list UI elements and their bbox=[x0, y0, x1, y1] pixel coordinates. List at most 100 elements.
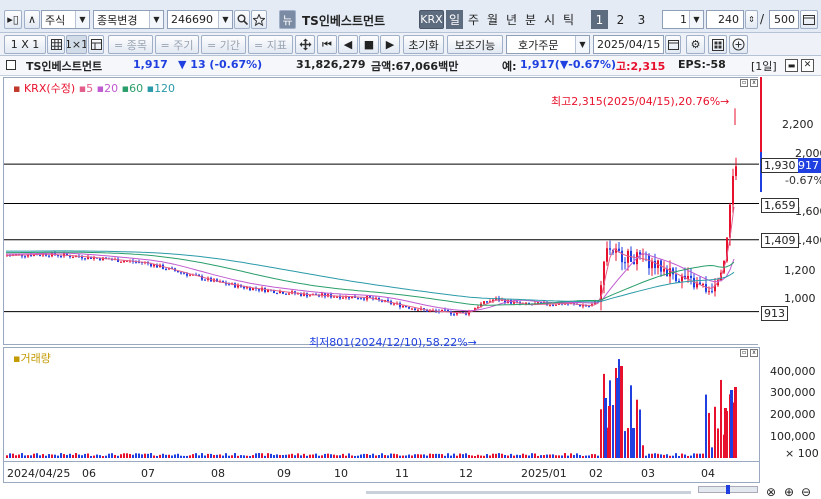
y-tick: 400,000 bbox=[770, 365, 816, 378]
chevron-down-icon[interactable]: ▼ bbox=[218, 11, 232, 28]
num-2-button[interactable]: 2 bbox=[612, 10, 629, 29]
candle-body bbox=[84, 258, 86, 260]
candle-body bbox=[669, 268, 671, 277]
volume-bar bbox=[270, 453, 272, 458]
layout-1x1-small-button[interactable]: 1×1 bbox=[66, 35, 87, 54]
chevron-down-icon[interactable]: ▼ bbox=[75, 11, 89, 28]
candle-body bbox=[393, 303, 395, 305]
volume-bar bbox=[582, 455, 584, 458]
num-3-button[interactable]: 3 bbox=[633, 10, 650, 29]
date-input[interactable]: 2025/04/15 bbox=[593, 35, 664, 54]
minimize-button[interactable]: ▬ bbox=[785, 59, 798, 72]
volume-bar bbox=[294, 455, 296, 458]
volume-bar bbox=[126, 453, 128, 458]
close-button[interactable]: ✕ bbox=[801, 59, 814, 72]
range-menu-button[interactable]: = 기간 bbox=[201, 35, 246, 54]
volume-bar bbox=[105, 455, 107, 458]
volume-bar bbox=[84, 453, 86, 458]
calendar-button[interactable] bbox=[800, 10, 818, 29]
volume-bar bbox=[717, 428, 719, 458]
volume-bar bbox=[90, 455, 92, 458]
item-menu-button[interactable]: = 종목 bbox=[108, 35, 153, 54]
chevron-down-icon[interactable]: ▼ bbox=[149, 11, 163, 28]
x-tick: 12 bbox=[459, 467, 473, 480]
settings-button[interactable]: ⚙ bbox=[686, 35, 705, 54]
volume-bar bbox=[492, 453, 494, 458]
volume-bar bbox=[204, 455, 206, 458]
zoom-slider-thumb[interactable] bbox=[726, 485, 730, 494]
horizontal-scrollbar[interactable] bbox=[366, 491, 691, 494]
volume-bar bbox=[282, 455, 284, 458]
stock-change-select[interactable]: 종목변경 ▼ bbox=[93, 10, 164, 29]
grid-button[interactable] bbox=[47, 35, 65, 54]
volume-bar bbox=[219, 454, 221, 458]
move-button[interactable] bbox=[295, 35, 315, 54]
chevron-down-icon[interactable]: ▼ bbox=[575, 36, 589, 53]
tab-period-month[interactable]: 월 bbox=[484, 10, 501, 29]
volume-bar bbox=[579, 455, 581, 458]
date-picker-button[interactable] bbox=[665, 35, 681, 54]
chevron-down-icon[interactable]: ▼ bbox=[689, 11, 703, 28]
tab-period-year[interactable]: 년 bbox=[503, 10, 520, 29]
gear-icon: ⚙ bbox=[690, 38, 701, 51]
add-chart-button[interactable] bbox=[729, 35, 748, 54]
volume-bar bbox=[480, 455, 482, 458]
layout-1x1-button[interactable]: 1 X 1 bbox=[4, 35, 46, 54]
indicator-menu-button[interactable]: = 지표 bbox=[248, 35, 293, 54]
volume-bar bbox=[465, 453, 467, 458]
first-button[interactable]: ⏮ bbox=[317, 35, 337, 54]
current-price-tag: 917 bbox=[798, 158, 821, 173]
volume-bar bbox=[123, 453, 125, 458]
circle-x-icon: ⊗ bbox=[766, 485, 777, 499]
news-button[interactable]: 뉴 bbox=[279, 10, 296, 29]
next-button[interactable]: ▶ bbox=[380, 35, 400, 54]
tab-period-tick[interactable]: 틱 bbox=[560, 10, 577, 29]
volume-bar bbox=[276, 454, 278, 458]
volume-bar bbox=[210, 453, 212, 458]
favorite-button[interactable] bbox=[251, 10, 267, 29]
volume-bar bbox=[426, 455, 428, 458]
count-input[interactable]: 240 bbox=[706, 10, 744, 29]
reset-button[interactable]: 초기화 bbox=[403, 35, 444, 54]
zoom-slider[interactable] bbox=[698, 485, 758, 494]
tab-period-day[interactable]: 일 bbox=[446, 10, 463, 29]
stop-button[interactable]: ■ bbox=[359, 35, 379, 54]
volume-bar bbox=[183, 455, 185, 458]
tab-period-minute[interactable]: 분 bbox=[522, 10, 539, 29]
interval-select[interactable]: 1 ▼ bbox=[662, 10, 704, 29]
y-tick: × 100 bbox=[785, 447, 819, 460]
checkbox-grid-button[interactable] bbox=[708, 35, 727, 54]
caret-left-icon: ◀ bbox=[343, 38, 353, 51]
count-stepper[interactable]: ⇕ bbox=[745, 10, 758, 29]
volume-bar bbox=[120, 454, 122, 458]
krx-button[interactable]: KRX bbox=[419, 10, 444, 29]
order-select[interactable]: 호가주문 ▼ bbox=[506, 35, 590, 54]
up-arrow-button[interactable]: ∧ bbox=[24, 10, 40, 29]
tab-period-hour[interactable]: 시 bbox=[541, 10, 558, 29]
fit-button[interactable]: ⊗ bbox=[766, 485, 776, 499]
prev-button[interactable]: ◀ bbox=[338, 35, 358, 54]
select-checkbox[interactable] bbox=[6, 60, 16, 70]
volume-bar bbox=[111, 453, 113, 458]
zoom-in-button[interactable]: ⊕ bbox=[784, 485, 794, 499]
x-tick: 02 bbox=[589, 467, 603, 480]
tools-button[interactable]: 보조기능 bbox=[447, 35, 503, 54]
tab-period-week[interactable]: 주 bbox=[465, 10, 482, 29]
stock-code-input[interactable]: 246690 ▼ bbox=[167, 10, 233, 29]
zoom-out-button[interactable]: ⊖ bbox=[801, 485, 811, 499]
info-volume: 31,826,279 bbox=[296, 58, 366, 71]
candle-body bbox=[189, 274, 191, 276]
candle-body bbox=[654, 260, 656, 269]
period-menu-button[interactable]: = 주기 bbox=[155, 35, 199, 54]
volume-bar bbox=[261, 453, 263, 458]
volume-bar bbox=[620, 366, 623, 458]
split-view-button[interactable] bbox=[88, 35, 104, 54]
search-button[interactable] bbox=[234, 10, 250, 29]
screen-toggle-button[interactable]: ▸▯ bbox=[4, 10, 22, 29]
total-count-input[interactable]: 500 bbox=[769, 10, 799, 29]
num-1-button[interactable]: 1 bbox=[591, 10, 608, 29]
volume-bar bbox=[366, 454, 368, 458]
star-icon bbox=[253, 13, 265, 26]
market-select[interactable]: 주식 ▼ bbox=[41, 10, 90, 29]
volume-bar bbox=[632, 428, 635, 458]
